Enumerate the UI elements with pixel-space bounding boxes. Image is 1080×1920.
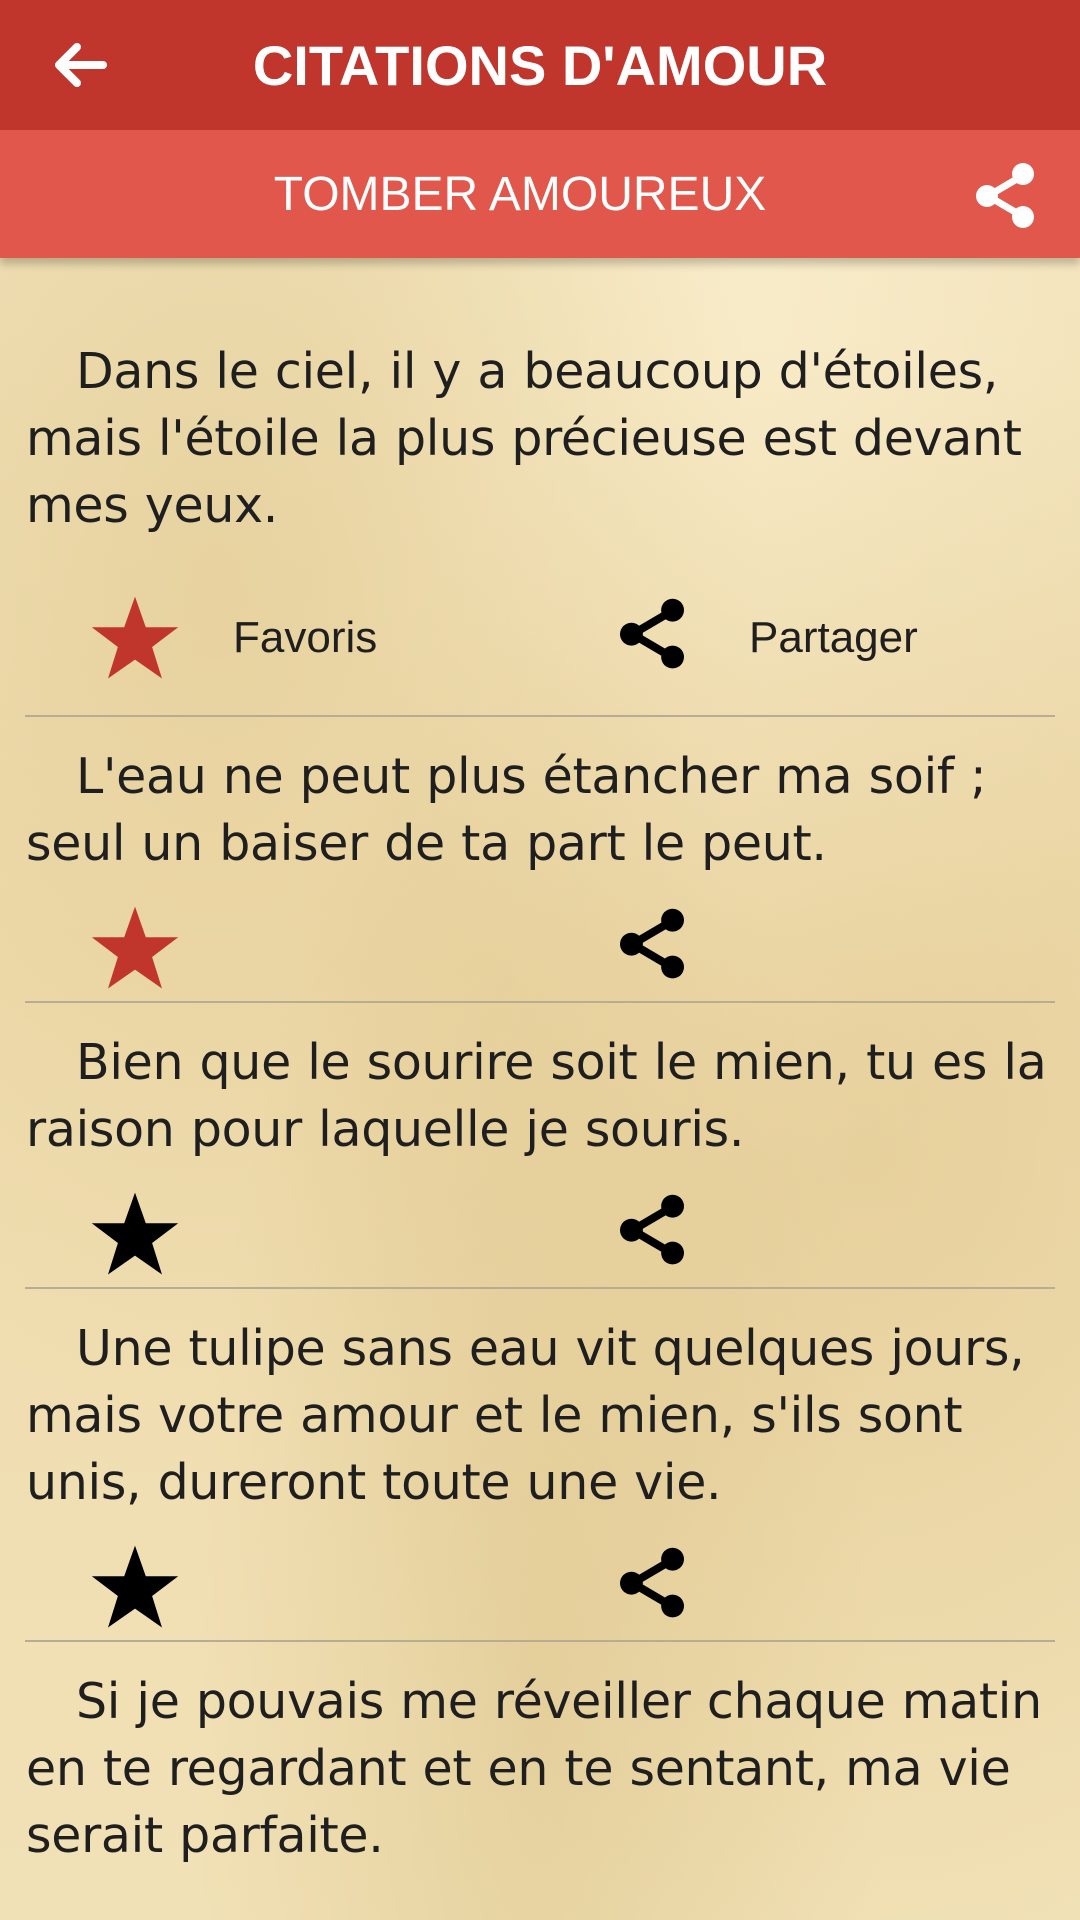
- star-icon: [91, 1545, 179, 1628]
- share-icon: [620, 908, 684, 979]
- quote-text: Si je pouvais me réveiller chaque matin …: [26, 1673, 1042, 1864]
- quote-actions: [0, 1538, 1080, 1642]
- share-button[interactable]: [612, 593, 692, 673]
- quote-actions: Favoris Partager: [0, 587, 1080, 717]
- share-icon: [620, 598, 684, 669]
- share-icon: [976, 163, 1034, 228]
- share-icon: [620, 1547, 684, 1618]
- share-icon: [620, 1194, 684, 1265]
- app-bar: CITATIONS D'AMOUR: [0, 0, 1080, 130]
- favorite-button[interactable]: [90, 903, 180, 993]
- share-button[interactable]: [612, 1542, 692, 1622]
- share-button[interactable]: [612, 903, 692, 983]
- quote-text: Dans le ciel, il y a beaucoup d'étoiles,…: [26, 343, 1022, 534]
- quote-actions: [0, 899, 1080, 1003]
- quote-card: L'eau ne peut plus étancher ma soif ; se…: [0, 717, 1080, 1003]
- category-bar: TOMBER AMOUREUX: [0, 130, 1080, 258]
- category-title: TOMBER AMOUREUX: [273, 168, 767, 221]
- share-button[interactable]: [612, 1189, 692, 1269]
- star-icon: [91, 1192, 179, 1275]
- favorite-button[interactable]: [90, 1542, 180, 1632]
- app-title: CITATIONS D'AMOUR: [252, 34, 828, 97]
- favorite-label: Favoris: [233, 613, 378, 662]
- quote-text: Une tulipe sans eau vit quelques jours, …: [26, 1320, 1025, 1511]
- quote-actions: [0, 1185, 1080, 1289]
- favorite-button[interactable]: [90, 593, 180, 683]
- quote-card: Dans le ciel, il y a beaucoup d'étoiles,…: [0, 258, 1080, 717]
- star-icon: [91, 596, 179, 679]
- quote-list[interactable]: Dans le ciel, il y a beaucoup d'étoiles,…: [0, 258, 1080, 1869]
- quote-card: Bien que le sourire soit le mien, tu es …: [0, 1003, 1080, 1289]
- favorite-button[interactable]: [90, 1189, 180, 1279]
- quote-text: Bien que le sourire soit le mien, tu es …: [26, 1034, 1047, 1158]
- quote-card: Une tulipe sans eau vit quelques jours, …: [0, 1289, 1080, 1642]
- star-icon: [91, 906, 179, 989]
- share-label: Partager: [749, 613, 918, 662]
- quote-text: L'eau ne peut plus étancher ma soif ; se…: [26, 748, 987, 872]
- header-share-button[interactable]: [970, 160, 1040, 230]
- quote-card: Si je pouvais me réveiller chaque matin …: [0, 1642, 1080, 1869]
